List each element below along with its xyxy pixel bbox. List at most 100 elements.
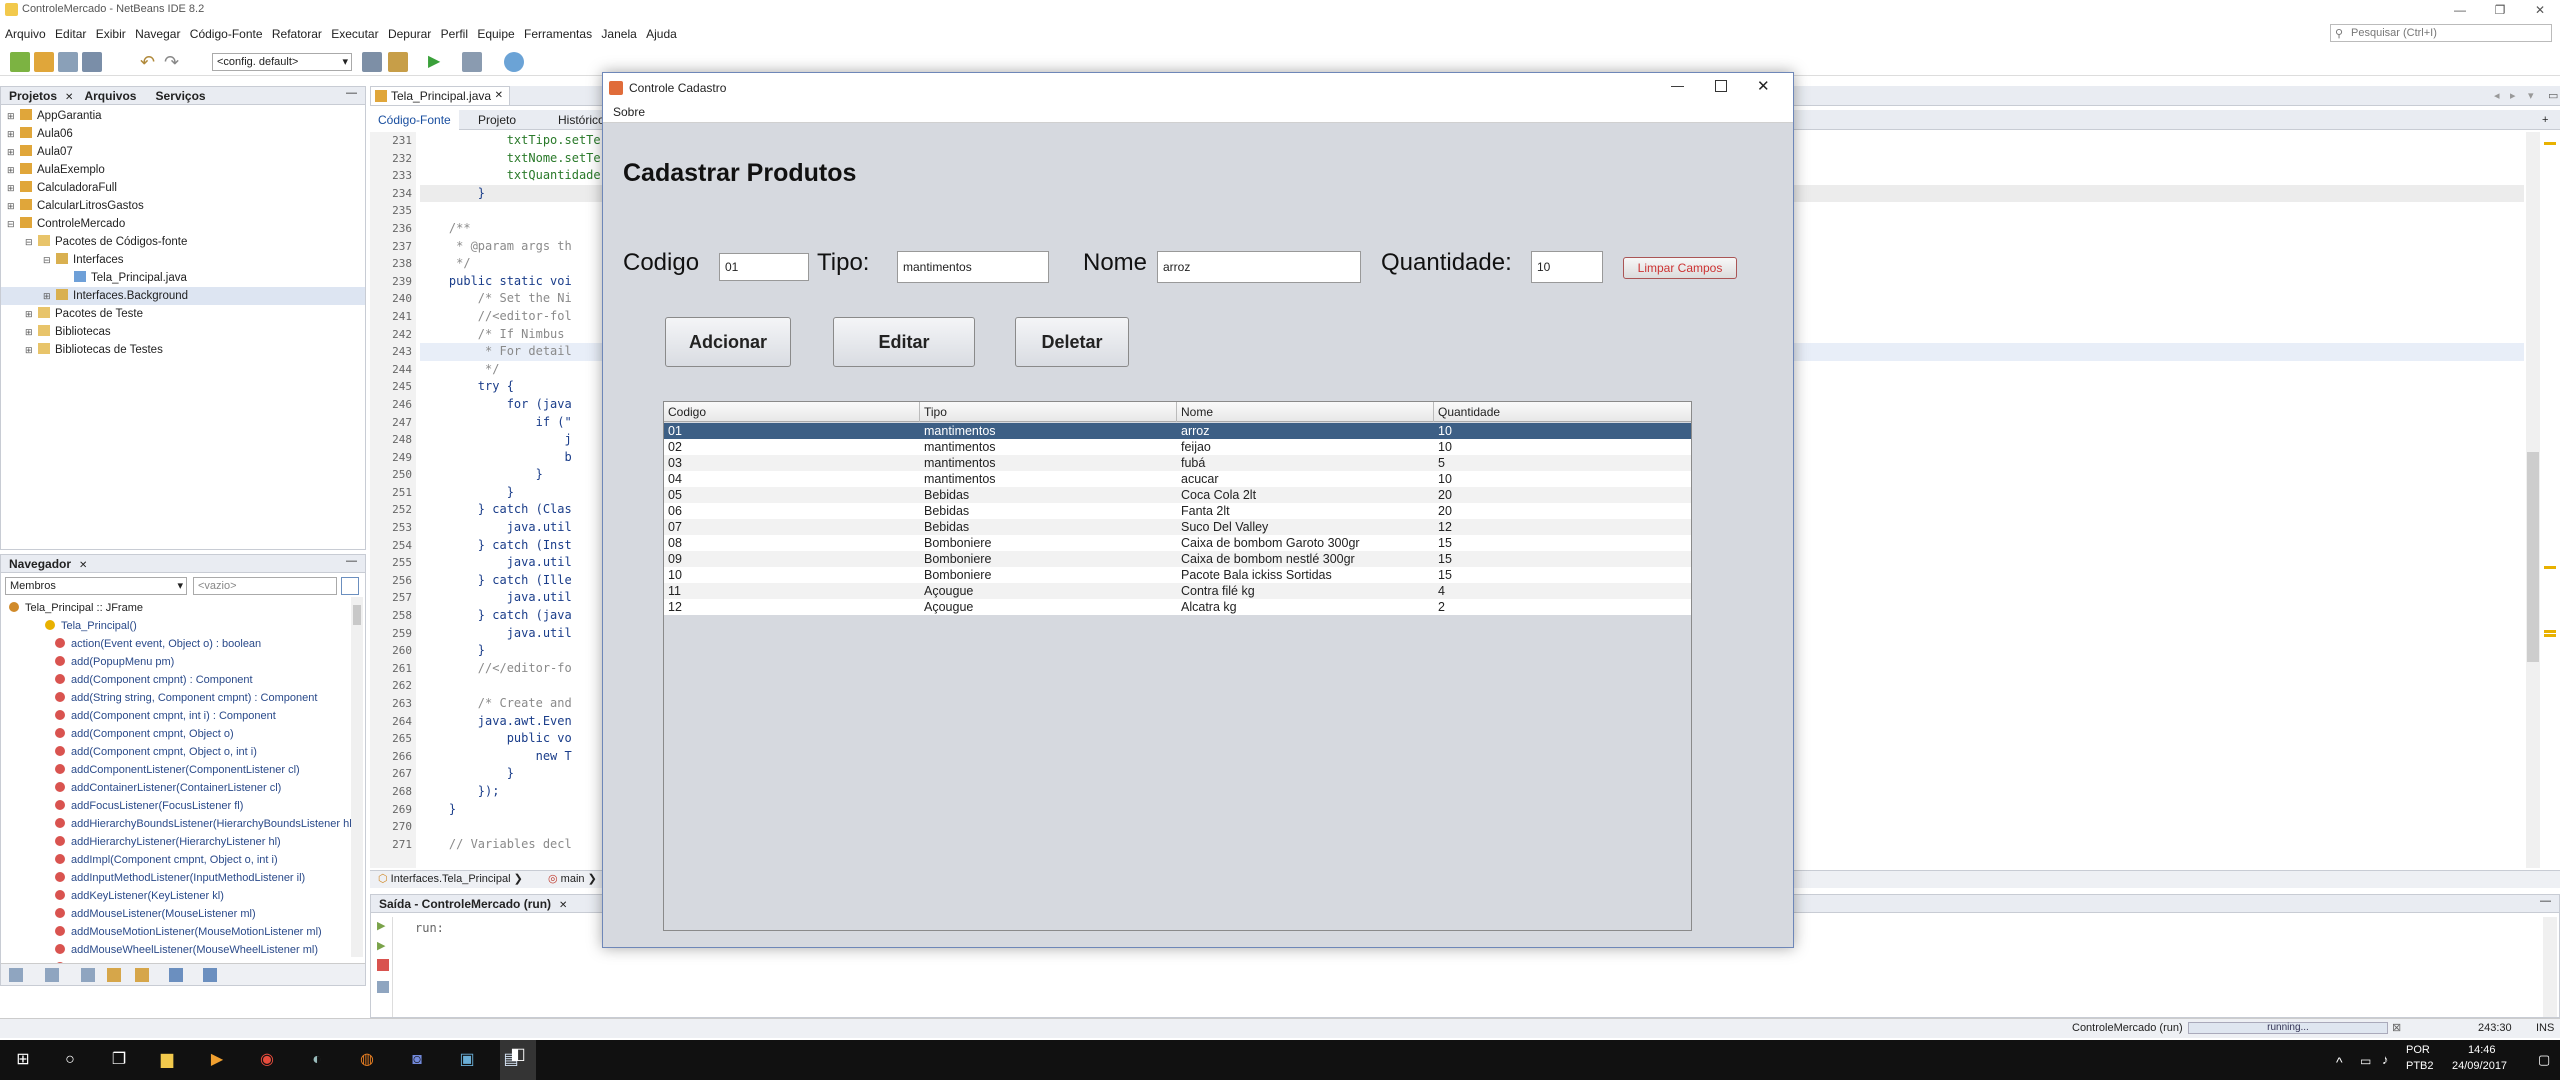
table-row[interactable]: 12 Açougue Alcatra kg 2 [664,599,1691,615]
restore-button[interactable]: ❐ [2480,0,2520,20]
scrollbar-thumb[interactable] [2527,452,2539,662]
col-nome[interactable]: Nome [1177,402,1434,422]
tree-item[interactable]: ⊞ Bibliotecas [1,323,365,341]
windows-start-icon[interactable]: ⊞ [8,1045,38,1075]
expand-icon[interactable]: ⊞ [7,107,17,125]
build-icon[interactable] [362,52,382,72]
warning-mark[interactable] [2544,566,2556,569]
expand-icon[interactable]: ⊞ [25,341,35,359]
tab-navegador[interactable]: Navegador [1,555,79,573]
search-icon[interactable]: ○ [55,1045,85,1075]
navigator-member[interactable]: add(Component cmpnt, Object o, int i) [5,743,351,761]
limpar-campos-button[interactable]: Limpar Campos [1623,257,1737,279]
navigator-member[interactable]: addHierarchyBoundsListener(HierarchyBoun… [5,815,355,833]
navigator-member[interactable]: add(Component cmpnt, Object o) [5,725,351,743]
table-row[interactable]: 08 Bomboniere Caixa de bombom Garoto 300gr… [664,535,1691,551]
filter-inner-icon[interactable] [107,968,121,982]
search-input[interactable]: ⚲ Pesquisar (Ctrl+I) [2330,24,2552,42]
menu-depurar[interactable]: Depurar [385,24,434,44]
minimize-panel-icon[interactable]: — [346,555,357,567]
close-icon[interactable]: ✕ [65,92,73,103]
expand-icon[interactable]: ⊟ [7,215,17,233]
add-tab-icon[interactable]: + [2542,110,2548,130]
table-row[interactable]: 05 Bebidas Coca Cola 2lt 20 [664,487,1691,503]
navigator-class-node[interactable]: Tela_Principal :: JFrame [5,599,351,617]
menu-executar[interactable]: Executar [328,24,381,44]
navigator-member[interactable]: add(PopupMenu pm) [5,653,351,671]
new-file-icon[interactable] [34,52,54,72]
table-row[interactable]: 04 mantimentos acucar 10 [664,471,1691,487]
tree-item[interactable]: ⊞ Aula07 [1,143,365,161]
chrome-icon[interactable]: ◉ [252,1045,282,1075]
editor-scrollbar[interactable] [2526,132,2540,868]
nome-field[interactable]: arroz [1157,251,1361,283]
menu-refatorar[interactable]: Refatorar [269,24,325,44]
sort-by-source-icon[interactable] [203,968,217,982]
tree-item[interactable]: ⊟ ControleMercado [1,215,365,233]
menu-sobre[interactable]: Sobre [613,105,645,119]
menu-codigo-fonte[interactable]: Código-Fonte [187,24,266,44]
expand-icon[interactable]: ⊞ [43,287,53,305]
expand-icon[interactable]: ⊞ [7,143,17,161]
menu-ferramentas[interactable]: Ferramentas [521,24,595,44]
table-row[interactable]: 06 Bebidas Fanta 2lt 20 [664,503,1691,519]
profile-icon[interactable] [504,52,524,72]
members-filter-select[interactable]: Membros ▾ [5,577,187,595]
filter-inherited-icon[interactable] [135,968,149,982]
tree-item[interactable]: ⊞ CalculadoraFull [1,179,365,197]
navigator-member[interactable]: addFocusListener(FocusListener fl) [5,797,351,815]
minimize-panel-icon[interactable]: — [2540,895,2551,907]
subtab-projeto[interactable]: Projeto [470,110,524,130]
codigo-field[interactable]: 01 [719,253,809,281]
navigator-member[interactable]: addHierarchyListener(HierarchyListener h… [5,833,351,851]
breadcrumb-class[interactable]: ⬡ Interfaces.Tela_Principal ❯ [378,871,523,887]
dialog-minimize-button[interactable]: — [1671,78,1684,93]
table-row[interactable]: 10 Bomboniere Pacote Bala ickiss Sortidas 1… [664,567,1691,583]
tree-item[interactable]: ⊞ CalcularLitrosGastos [1,197,365,215]
tab-scroll-left-icon[interactable]: ◂ [2494,86,2500,106]
navigator-member[interactable]: addImpl(Component cmpnt, Object o, int i… [5,851,351,869]
filter-fields-icon[interactable] [9,968,23,982]
keyboard-layout[interactable]: PTB2 [2406,1060,2434,1072]
menu-exibir[interactable]: Exibir [93,24,129,44]
tab-scroll-right-icon[interactable]: ▸ [2510,86,2516,106]
navigator-member[interactable]: Tela_Principal() [5,617,351,635]
adicionar-button[interactable]: Adcionar [665,317,791,367]
minimize-panel-icon[interactable]: — [346,87,357,99]
close-icon[interactable]: ✕ [559,900,567,911]
deletar-button[interactable]: Deletar [1015,317,1129,367]
filter-static-icon[interactable] [45,968,59,982]
navigator-member[interactable]: addKeyListener(KeyListener kl) [5,887,351,905]
expand-icon[interactable]: ⊞ [7,179,17,197]
menu-equipe[interactable]: Equipe [474,24,517,44]
tree-item[interactable]: Tela_Principal.java [1,269,365,287]
origin-icon[interactable]: ◍ [352,1045,382,1075]
table-row[interactable]: 11 Açougue Contra filé kg 4 [664,583,1691,599]
tree-item[interactable]: ⊟ Pacotes de Códigos-fonte [1,233,365,251]
navigator-member[interactable]: addInputMethodListener(InputMethodListen… [5,869,351,887]
tree-item[interactable]: ⊞ Interfaces.Background [1,287,365,305]
tree-item[interactable]: ⊞ AulaExemplo [1,161,365,179]
status-project[interactable]: ControleMercado (run) [2072,1019,2183,1037]
navigator-scrollbar[interactable] [351,597,363,957]
clean-build-icon[interactable] [388,52,408,72]
output-settings-icon[interactable] [377,981,389,993]
network-icon[interactable]: ▭ [2360,1054,2371,1068]
tree-item[interactable]: ⊟ Interfaces [1,251,365,269]
tree-item[interactable]: ⊞ AppGarantia [1,107,365,125]
warning-mark[interactable] [2544,630,2556,633]
close-tab-icon[interactable]: ✕ [495,87,503,105]
expand-icon[interactable]: ⊞ [7,161,17,179]
breadcrumb-method[interactable]: ◎ main ❯ [548,871,597,887]
navigator-member[interactable]: add(String string, Component cmpnt) : Co… [5,689,351,707]
file-explorer-icon[interactable]: ▆ [152,1045,182,1075]
debug-icon[interactable] [462,52,482,72]
tree-item[interactable]: ⊞ Pacotes de Teste [1,305,365,323]
notifications-icon[interactable]: ▢ [2538,1052,2550,1068]
expand-icon[interactable]: ⊞ [7,125,17,143]
tab-projetos[interactable]: Projetos [1,87,65,105]
navigator-member[interactable]: addContainerListener(ContainerListener c… [5,779,351,797]
table-row[interactable]: 01 mantimentos arroz 10 [664,423,1691,439]
media-player-icon[interactable]: ▶ [202,1045,232,1075]
navigator-member[interactable]: add(Component cmpnt) : Component [5,671,351,689]
